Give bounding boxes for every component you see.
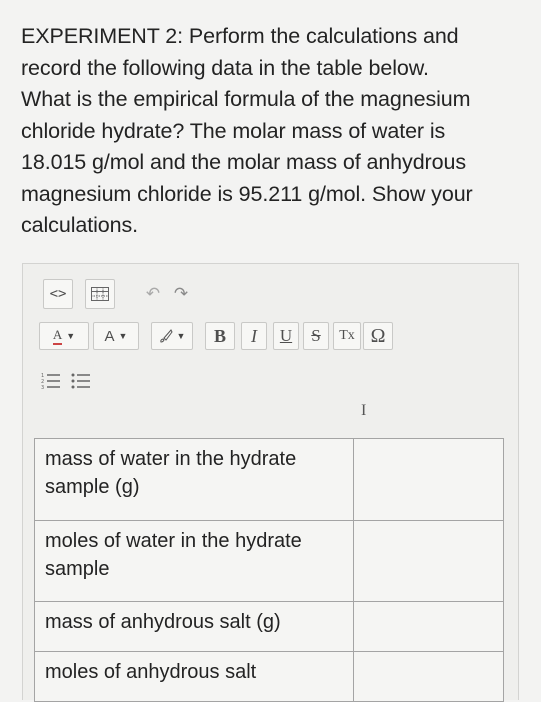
value-cell[interactable] bbox=[353, 601, 504, 652]
rich-text-editor[interactable]: <> ↶ ↷ A ▼ A ▼ ▼ B I U S Tx Ω 1 2 3 I ma… bbox=[22, 263, 519, 702]
bullet-list-icon bbox=[71, 373, 90, 389]
svg-text:3: 3 bbox=[41, 385, 44, 391]
table-row: mass of water in the hydrate sample (g) bbox=[34, 438, 504, 521]
special-character-button[interactable]: Ω bbox=[363, 322, 393, 350]
source-code-button[interactable]: <> bbox=[43, 279, 73, 309]
undo-button[interactable]: ↶ bbox=[141, 279, 165, 309]
redo-button[interactable]: ↷ bbox=[169, 279, 193, 309]
chevron-down-icon: ▼ bbox=[176, 331, 186, 341]
table-icon bbox=[91, 287, 109, 301]
source-code-icon: <> bbox=[49, 286, 67, 302]
brush-icon bbox=[159, 329, 173, 343]
undo-icon: ↶ bbox=[145, 284, 161, 303]
table-row: moles of water in the hydrate sample bbox=[34, 520, 504, 602]
font-color-button[interactable]: A ▼ bbox=[39, 322, 89, 350]
table-row: mass of anhydrous salt (g) bbox=[34, 601, 504, 652]
bold-icon: B bbox=[213, 325, 226, 346]
background-color-icon: A bbox=[104, 327, 115, 345]
ordered-list-button[interactable]: 1 2 3 bbox=[39, 369, 63, 393]
italic-button[interactable]: I bbox=[241, 322, 267, 350]
omega-icon: Ω bbox=[370, 324, 386, 347]
underline-icon: U bbox=[279, 326, 293, 345]
text-cursor-icon: I bbox=[361, 402, 367, 419]
row-label: moles of water in the hydrate sample bbox=[34, 520, 354, 602]
chevron-down-icon: ▼ bbox=[66, 331, 76, 341]
table-row: moles of anhydrous salt bbox=[34, 651, 504, 702]
bullet-list-button[interactable] bbox=[69, 369, 93, 393]
redo-icon: ↷ bbox=[173, 284, 189, 303]
italic-icon: I bbox=[251, 325, 257, 346]
underline-button[interactable]: U bbox=[273, 322, 299, 350]
remove-format-icon: Tx bbox=[339, 328, 355, 343]
strikethrough-button[interactable]: S bbox=[303, 322, 329, 350]
strikethrough-icon: S bbox=[311, 326, 321, 345]
chevron-down-icon: ▼ bbox=[118, 331, 128, 341]
bold-button[interactable]: B bbox=[205, 322, 235, 350]
question-text: EXPERIMENT 2: Perform the calculations a… bbox=[21, 24, 473, 237]
row-label: mass of water in the hydrate sample (g) bbox=[34, 438, 354, 521]
value-cell[interactable] bbox=[353, 520, 504, 602]
value-cell[interactable] bbox=[353, 651, 504, 702]
insert-table-button[interactable] bbox=[85, 279, 115, 309]
background-color-button[interactable]: A ▼ bbox=[93, 322, 139, 350]
ordered-list-icon: 1 2 3 bbox=[41, 373, 60, 391]
data-table: mass of water in the hydrate sample (g) … bbox=[34, 438, 504, 702]
row-label: mass of anhydrous salt (g) bbox=[34, 601, 354, 652]
remove-format-button[interactable]: Tx bbox=[333, 322, 361, 350]
format-painter-button[interactable]: ▼ bbox=[151, 322, 193, 350]
font-color-icon: A bbox=[52, 327, 63, 345]
value-cell[interactable] bbox=[353, 438, 504, 521]
row-label: moles of anhydrous salt bbox=[34, 651, 354, 702]
